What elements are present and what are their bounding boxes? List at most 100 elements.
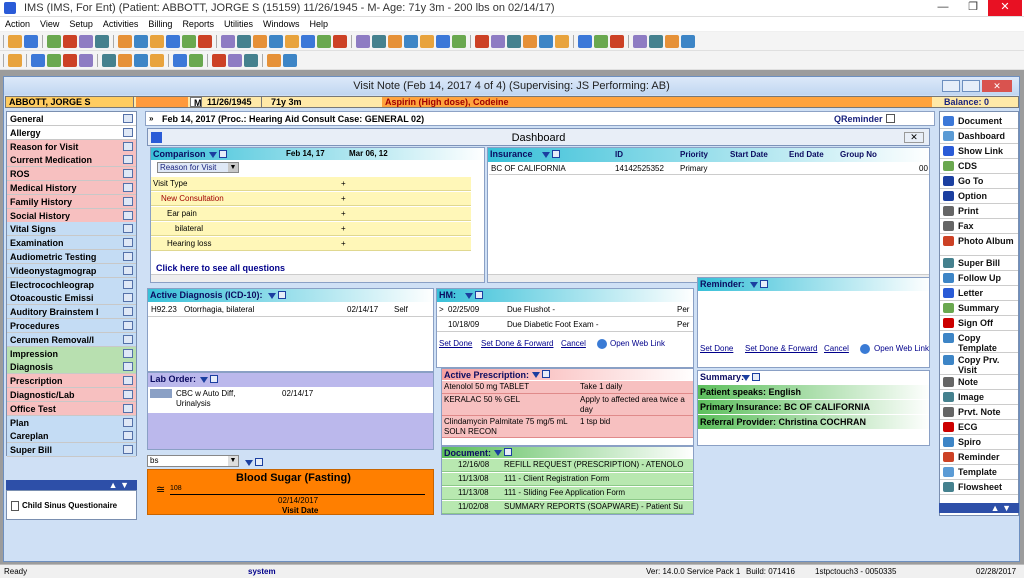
insurance-row[interactable]: BC OF CALIFORNIA 14142525352 Primary 00 (489, 164, 929, 175)
nav-edit-icon[interactable] (123, 403, 133, 413)
nav-edit-icon[interactable] (123, 390, 133, 399)
nav-edit-icon[interactable] (123, 431, 133, 441)
insurance-filter-icon[interactable] (542, 150, 560, 160)
toolbar-button-icon[interactable] (182, 35, 196, 48)
hm-row[interactable]: > 02/25/09 Due Flushot - Per (437, 304, 693, 317)
nav-edit-icon[interactable] (123, 169, 133, 179)
nav-item[interactable]: Diagnostic/Lab (7, 388, 136, 402)
action-document[interactable]: Document (940, 114, 1018, 129)
nav-edit-icon[interactable] (123, 196, 133, 206)
action-fax[interactable]: Fax (940, 219, 1018, 234)
action-follow-up[interactable]: Follow Up (940, 271, 1018, 286)
minimize-button[interactable]: — (928, 0, 958, 16)
nav-item[interactable]: Videonystagmograp (7, 263, 136, 278)
toolbar-button-icon[interactable] (436, 35, 450, 48)
nav-item[interactable]: Office Test (7, 401, 136, 416)
dashboard-close-button[interactable]: ✕ (904, 132, 924, 143)
toolbar-button-icon[interactable] (134, 54, 148, 67)
nav-edit-icon[interactable] (123, 417, 133, 427)
action-sign-off[interactable]: Sign Off (940, 316, 1018, 331)
toolbar-button-icon[interactable] (681, 35, 695, 48)
document-filter-icon[interactable] (494, 448, 512, 458)
prescription-filter-icon[interactable] (532, 370, 550, 380)
toolbar-button-icon[interactable] (31, 54, 45, 67)
visit-collapse-icon[interactable]: » (149, 114, 153, 124)
action-show-link[interactable]: Show Link (940, 144, 1018, 159)
toolbar-button-icon[interactable] (283, 54, 297, 67)
see-all-questions-link[interactable]: Click here to see all questions (156, 263, 285, 273)
nav-edit-icon[interactable] (123, 224, 133, 234)
toolbar-button-icon[interactable] (578, 35, 592, 48)
reminder-cancel-link[interactable]: Cancel (824, 344, 849, 354)
action-go-to[interactable]: Go To (940, 174, 1018, 189)
nav-edit-icon[interactable] (123, 376, 133, 386)
close-button[interactable]: ✕ (988, 0, 1022, 16)
toolbar-button-icon[interactable] (269, 35, 283, 48)
menu-setup[interactable]: Setup (64, 17, 98, 31)
nav-item[interactable]: Vital Signs (7, 222, 136, 237)
toolbar-button-icon[interactable] (372, 35, 386, 48)
toolbar-button-icon[interactable] (150, 54, 164, 67)
document-row[interactable]: 11/02/08 SUMMARY REPORTS (SOAPWARE) - Pat… (442, 501, 693, 514)
toolbar-button-icon[interactable] (118, 35, 132, 48)
toolbar-button-icon[interactable] (317, 35, 331, 48)
nav-item[interactable]: Diagnosis (7, 360, 136, 375)
toolbar-button-icon[interactable] (95, 35, 109, 48)
toolbar-button-icon[interactable] (244, 54, 258, 67)
toolbar-button-icon[interactable] (63, 54, 77, 67)
nav-item[interactable]: ROS (7, 167, 136, 182)
nav-edit-icon[interactable] (123, 238, 133, 248)
menu-billing[interactable]: Billing (143, 17, 177, 31)
nav-item[interactable]: Careplan (7, 429, 136, 444)
toolbar-button-icon[interactable] (420, 35, 434, 48)
action-cds[interactable]: CDS (940, 159, 1018, 174)
toolbar-button-icon[interactable] (475, 35, 489, 48)
toolbar-button-icon[interactable] (166, 35, 180, 48)
toolbar-button-icon[interactable] (189, 54, 203, 67)
menu-utilities[interactable]: Utilities (219, 17, 258, 31)
action-photo-album[interactable]: Photo Album (940, 234, 1018, 256)
nav-edit-icon[interactable] (123, 321, 133, 330)
hm-row[interactable]: 10/18/09 Due Diabetic Foot Exam - Per (437, 319, 693, 332)
toolbar-button-icon[interactable] (356, 35, 370, 48)
toolbar-button-icon[interactable] (267, 54, 281, 67)
nav-edit-icon[interactable] (123, 155, 133, 165)
nav-item[interactable]: Prescription (7, 374, 136, 389)
toolbar-button-icon[interactable] (555, 35, 569, 48)
nav-item[interactable]: Current Medication (7, 153, 136, 168)
comparison-row[interactable]: Visit Type + (151, 177, 471, 191)
nav-edit-icon[interactable] (123, 445, 133, 455)
child-restore-button[interactable] (962, 80, 980, 92)
toolbar-button-icon[interactable] (228, 54, 242, 67)
toolbar-button-icon[interactable] (649, 35, 663, 48)
chevron-down-icon[interactable]: ▼ (228, 456, 238, 466)
action-letter[interactable]: Letter (940, 286, 1018, 301)
action-spiro[interactable]: Spiro (940, 435, 1018, 450)
document-row[interactable]: 11/13/08 111 - Client Registration Form (442, 473, 693, 486)
menu-help[interactable]: Help (304, 17, 333, 31)
nav-item[interactable]: Reason for Visit (7, 139, 136, 154)
toolbar-button-icon[interactable] (8, 54, 22, 67)
patient-name[interactable]: ABBOTT, JORGE S (6, 97, 134, 107)
nav-edit-icon[interactable] (123, 279, 133, 289)
nav-edit-icon[interactable] (123, 334, 133, 344)
child-minimize-button[interactable] (942, 80, 960, 92)
nav-edit-icon[interactable] (123, 362, 133, 372)
toolbar-button-icon[interactable] (173, 54, 187, 67)
nav-edit-icon[interactable] (123, 265, 133, 275)
comparison-row[interactable]: bilateral + (151, 222, 471, 236)
lab-filter-icon[interactable] (200, 375, 218, 385)
patient-allergies[interactable]: Aspirin (High dose), Codeine (382, 97, 932, 107)
document-row[interactable]: 12/16/08 REFILL REQUEST (PRESCRIPTION) - … (442, 459, 693, 472)
action-copy-prv-visit[interactable]: Copy Prv. Visit (940, 353, 1018, 375)
hm-open-web-link[interactable]: Open Web Link (610, 339, 665, 349)
reminder-set-done-forward-link[interactable]: Set Done & Forward (745, 344, 817, 354)
toolbar-button-icon[interactable] (539, 35, 553, 48)
action-note[interactable]: Note (940, 375, 1018, 390)
toolbar-button-icon[interactable] (665, 35, 679, 48)
menu-action[interactable]: Action (0, 17, 35, 31)
comparison-filter-icon[interactable] (209, 150, 227, 160)
toolbar-button-icon[interactable] (491, 35, 505, 48)
nav-item[interactable]: Procedures (7, 319, 136, 333)
nav-item[interactable]: Cerumen Removal/I (7, 332, 136, 347)
